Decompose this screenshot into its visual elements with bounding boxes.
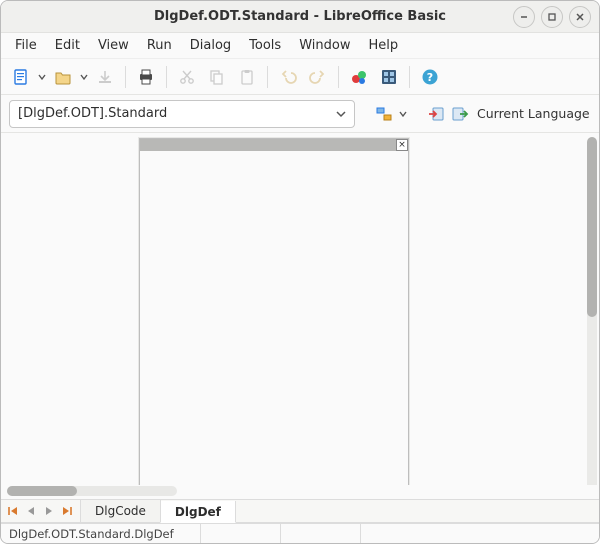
library-combobox-value: [DlgDef.ODT].Standard bbox=[18, 106, 336, 121]
tab-first-button[interactable] bbox=[5, 501, 21, 521]
modules-button[interactable] bbox=[375, 63, 403, 91]
go-first-icon bbox=[7, 505, 19, 517]
copy-icon bbox=[208, 68, 226, 86]
chevron-down-icon bbox=[336, 109, 346, 119]
import-icon bbox=[427, 105, 445, 123]
close-icon: × bbox=[398, 141, 406, 150]
redo-button bbox=[304, 63, 332, 91]
paste-button bbox=[233, 63, 261, 91]
help-button[interactable]: ? bbox=[416, 63, 444, 91]
go-previous-icon bbox=[25, 505, 37, 517]
status-cell-2 bbox=[201, 524, 281, 543]
minimize-button[interactable] bbox=[513, 6, 535, 28]
menu-file[interactable]: File bbox=[7, 35, 45, 56]
current-language-label: Current Language bbox=[475, 106, 592, 121]
chevron-down-icon bbox=[38, 73, 46, 81]
import-dialog-button[interactable] bbox=[427, 100, 445, 128]
titlebar: DlgDef.ODT.Standard - LibreOffice Basic bbox=[1, 1, 599, 33]
close-icon bbox=[575, 12, 585, 22]
copy-button bbox=[203, 63, 231, 91]
separator bbox=[267, 66, 268, 88]
status-cell-4 bbox=[361, 524, 599, 543]
controls-button[interactable] bbox=[375, 100, 393, 128]
clipboard-icon bbox=[238, 68, 256, 86]
app-window: DlgDef.ODT.Standard - LibreOffice Basic … bbox=[0, 0, 600, 544]
dialog-preview-titlebar[interactable]: × bbox=[140, 139, 408, 151]
undo-button bbox=[274, 63, 302, 91]
tab-dlgcode[interactable]: DlgCode bbox=[80, 500, 161, 522]
dialog-preview[interactable]: × bbox=[139, 138, 409, 485]
controls-icon bbox=[375, 105, 393, 123]
separator bbox=[166, 66, 167, 88]
maximize-icon bbox=[547, 12, 557, 22]
menu-tools[interactable]: Tools bbox=[241, 35, 289, 56]
controls-dropdown[interactable] bbox=[399, 100, 407, 128]
svg-text:?: ? bbox=[427, 71, 433, 84]
vertical-scrollbar-thumb[interactable] bbox=[587, 137, 597, 317]
export-dialog-button[interactable] bbox=[451, 100, 469, 128]
printer-icon bbox=[137, 68, 155, 86]
separator bbox=[338, 66, 339, 88]
chevron-down-icon bbox=[399, 110, 407, 118]
tab-next-button[interactable] bbox=[41, 501, 57, 521]
minimize-icon bbox=[519, 12, 529, 22]
go-last-icon bbox=[61, 505, 73, 517]
export-icon bbox=[451, 105, 469, 123]
maximize-button[interactable] bbox=[541, 6, 563, 28]
menu-help[interactable]: Help bbox=[360, 35, 406, 56]
vertical-scrollbar[interactable] bbox=[587, 137, 597, 485]
toolbar: ? bbox=[1, 59, 599, 95]
window-title: DlgDef.ODT.Standard - LibreOffice Basic bbox=[93, 9, 507, 24]
macros-icon bbox=[350, 68, 368, 86]
help-icon: ? bbox=[421, 68, 439, 86]
statusbar: DlgDef.ODT.Standard.DlgDef bbox=[1, 523, 599, 543]
status-cell-3 bbox=[281, 524, 361, 543]
menu-edit[interactable]: Edit bbox=[47, 35, 88, 56]
macros-button[interactable] bbox=[345, 63, 373, 91]
tab-dlgdef[interactable]: DlgDef bbox=[160, 501, 236, 523]
dialog-preview-close[interactable]: × bbox=[396, 139, 408, 151]
editor-area: × bbox=[1, 133, 599, 485]
open-dropdown[interactable] bbox=[79, 63, 89, 91]
toolbar-secondary: [DlgDef.ODT].Standard Current L bbox=[1, 95, 599, 133]
module-tabbar: DlgCode DlgDef bbox=[1, 499, 599, 523]
redo-icon bbox=[309, 68, 327, 86]
horizontal-scrollbar[interactable] bbox=[7, 486, 177, 496]
scissors-icon bbox=[178, 68, 196, 86]
separator bbox=[409, 66, 410, 88]
dialog-canvas[interactable]: × bbox=[1, 133, 585, 485]
save-icon bbox=[96, 68, 114, 86]
hscroll-row bbox=[1, 485, 599, 499]
new-dropdown[interactable] bbox=[37, 63, 47, 91]
tab-last-button[interactable] bbox=[59, 501, 75, 521]
menu-window[interactable]: Window bbox=[291, 35, 358, 56]
go-next-icon bbox=[43, 505, 55, 517]
status-path-text: DlgDef.ODT.Standard.DlgDef bbox=[9, 527, 174, 541]
tab-label: DlgCode bbox=[95, 504, 146, 518]
undo-icon bbox=[279, 68, 297, 86]
folder-open-icon bbox=[54, 68, 72, 86]
horizontal-scrollbar-thumb[interactable] bbox=[7, 486, 77, 496]
separator bbox=[125, 66, 126, 88]
tab-prev-button[interactable] bbox=[23, 501, 39, 521]
status-path: DlgDef.ODT.Standard.DlgDef bbox=[1, 524, 201, 543]
chevron-down-icon bbox=[80, 73, 88, 81]
close-button[interactable] bbox=[569, 6, 591, 28]
library-combobox[interactable]: [DlgDef.ODT].Standard bbox=[9, 100, 355, 128]
menu-dialog[interactable]: Dialog bbox=[182, 35, 239, 56]
cut-button bbox=[173, 63, 201, 91]
print-button[interactable] bbox=[132, 63, 160, 91]
document-new-icon bbox=[12, 68, 30, 86]
menu-view[interactable]: View bbox=[90, 35, 137, 56]
save-button bbox=[91, 63, 119, 91]
tab-label: DlgDef bbox=[175, 505, 221, 519]
new-button[interactable] bbox=[7, 63, 35, 91]
menubar: File Edit View Run Dialog Tools Window H… bbox=[1, 33, 599, 59]
menu-run[interactable]: Run bbox=[139, 35, 180, 56]
modules-icon bbox=[380, 68, 398, 86]
tab-nav-buttons bbox=[5, 500, 81, 522]
open-button[interactable] bbox=[49, 63, 77, 91]
